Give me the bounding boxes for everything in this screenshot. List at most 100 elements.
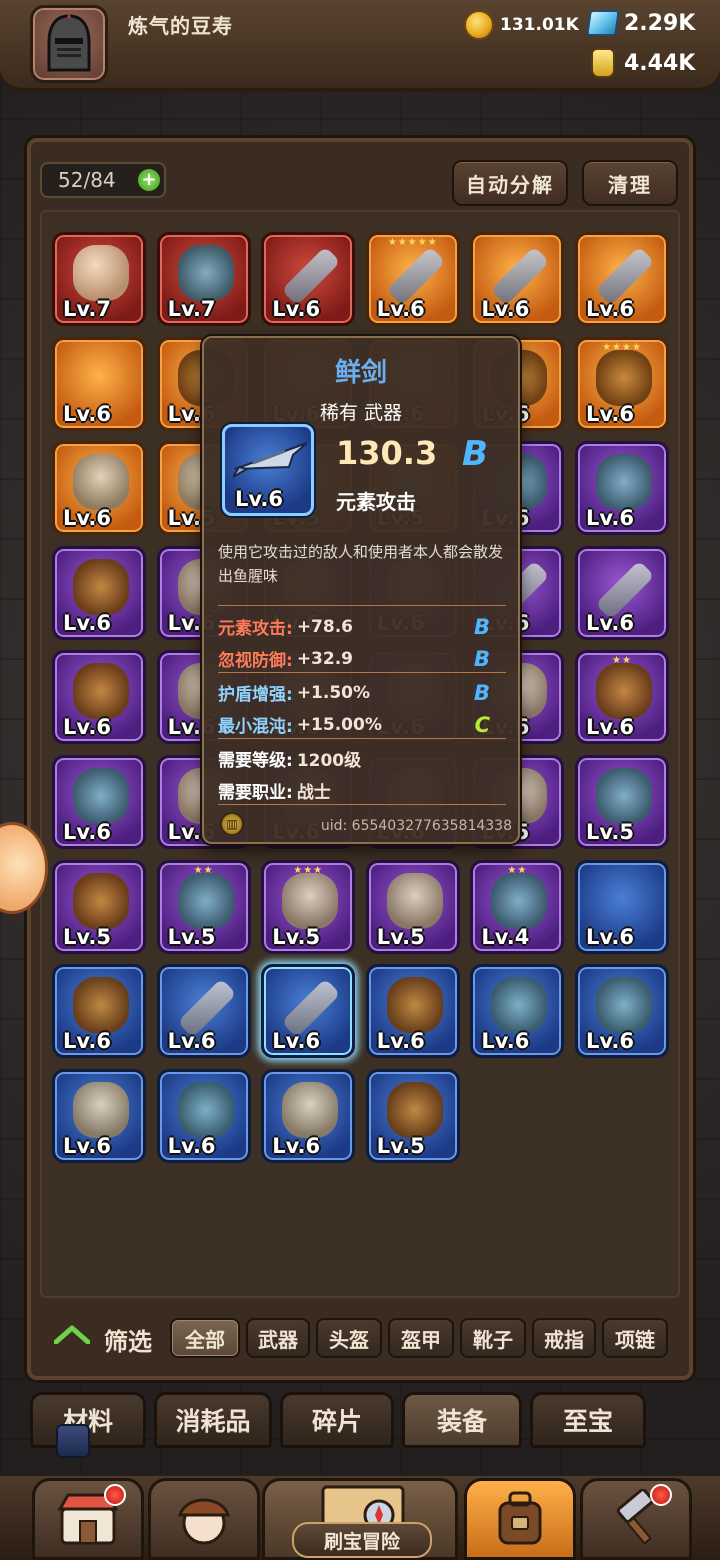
- armor-icon: [596, 663, 652, 720]
- inventory-slot[interactable]: Lv.6: [575, 859, 669, 954]
- slot-level: Lv.6: [586, 924, 634, 949]
- requirement-row: 需要等级: 1200级: [218, 746, 506, 771]
- filter-boots[interactable]: 靴子: [460, 1318, 526, 1358]
- item-grade: B: [462, 434, 488, 474]
- inventory-slot[interactable]: Lv.6: [52, 1068, 146, 1163]
- slot-level: Lv.6: [167, 1029, 216, 1054]
- filter-weapon[interactable]: 武器: [246, 1318, 310, 1358]
- mug-icon: [73, 245, 129, 301]
- divider: [218, 738, 506, 739]
- inventory-slot[interactable]: ★★★★ Lv.6: [575, 336, 669, 431]
- slot-level: Lv.6: [63, 1133, 111, 1158]
- inventory-slot[interactable]: Lv.6: [52, 545, 146, 640]
- fish-sword-icon: [233, 442, 308, 479]
- tab-fragments[interactable]: 碎片: [280, 1392, 394, 1448]
- inventory-slot[interactable]: Lv.6: [470, 232, 565, 326]
- clear-button[interactable]: 清理: [582, 160, 678, 206]
- stat-value: +32.9: [296, 648, 354, 669]
- inventory-slot[interactable]: ★★★★★ Lv.6: [365, 232, 460, 326]
- forge-button[interactable]: [580, 1478, 692, 1560]
- bracelet-icon: [282, 1081, 339, 1138]
- helmet-icon: [177, 1081, 234, 1138]
- capacity-text: 52/84: [58, 168, 116, 192]
- filter-necklace[interactable]: 项链: [602, 1318, 668, 1358]
- stat-value: +15.00%: [296, 714, 382, 735]
- inventory-slot[interactable]: Lv.6: [575, 441, 669, 536]
- trash-icon[interactable]: ▥: [220, 812, 244, 836]
- tab-treasures[interactable]: 至宝: [530, 1392, 646, 1448]
- bag-button[interactable]: [464, 1478, 576, 1560]
- item-value: 130.3: [336, 434, 438, 472]
- inventory-slot[interactable]: Lv.6: [52, 336, 146, 431]
- helmet-icon: [177, 245, 234, 301]
- inventory-slot[interactable]: Lv.6: [52, 755, 146, 849]
- inventory-slot[interactable]: ★★ Lv.6: [575, 650, 669, 745]
- tab-equipment[interactable]: 装备: [402, 1392, 522, 1448]
- inventory-slot[interactable]: Lv.6: [261, 964, 356, 1059]
- backpack-icon: [498, 1491, 542, 1545]
- slot-level: Lv.6: [272, 1133, 321, 1158]
- helmet-icon: [73, 768, 129, 824]
- slot-level: Lv.7: [167, 297, 216, 321]
- chevron-up-icon[interactable]: [54, 1324, 90, 1344]
- filter-armor[interactable]: 盔甲: [388, 1318, 454, 1358]
- hero-button[interactable]: [148, 1478, 260, 1560]
- inventory-slot[interactable]: Lv.5: [575, 755, 669, 849]
- inventory-slot[interactable]: Lv.6: [575, 545, 669, 640]
- stat-row: 护盾增强: +1.50% B: [218, 680, 506, 706]
- slot-level: Lv.4: [481, 924, 530, 949]
- stat-grade: B: [473, 646, 490, 671]
- player-avatar[interactable]: [30, 5, 108, 83]
- filter-helmet[interactable]: 头盔: [316, 1318, 382, 1358]
- slot-level: Lv.6: [376, 297, 425, 321]
- inventory-slot[interactable]: ★★ Lv.5: [156, 859, 251, 954]
- inventory-slot[interactable]: ★★ Lv.4: [470, 859, 565, 954]
- inventory-slot[interactable]: Lv.6: [156, 1068, 251, 1163]
- stat-grade: B: [473, 614, 490, 639]
- star-rating: ★★: [612, 655, 632, 667]
- slot-level: Lv.5: [63, 924, 111, 949]
- inventory-slot[interactable]: Lv.5: [365, 859, 460, 954]
- star-rating: ★★★★: [602, 341, 642, 353]
- gem-icon: [586, 6, 620, 40]
- filter-label: 筛选: [104, 1328, 152, 1356]
- slot-level: Lv.5: [167, 924, 216, 949]
- bracelet-icon: [73, 454, 129, 511]
- star-rating: ★★★★★: [387, 237, 438, 248]
- inventory-slot[interactable]: Lv.7: [52, 232, 146, 326]
- inventory-slot[interactable]: Lv.6: [575, 964, 669, 1059]
- pizza-icon: [73, 977, 129, 1034]
- slot-level: Lv.6: [272, 297, 321, 321]
- slot-level: Lv.6: [63, 506, 111, 531]
- inventory-slot[interactable]: Lv.6: [575, 232, 669, 326]
- inventory-slot[interactable]: Lv.6: [365, 964, 460, 1059]
- expand-capacity-button[interactable]: +: [138, 169, 160, 191]
- inventory-slot[interactable]: Lv.6: [261, 232, 356, 326]
- spiral-icon: [596, 768, 652, 824]
- shop-button[interactable]: [32, 1478, 144, 1560]
- filter-ring[interactable]: 戒指: [532, 1318, 596, 1358]
- potion-jar-icon: [586, 46, 620, 80]
- inventory-slot[interactable]: Lv.6: [52, 650, 146, 745]
- tab-consumables[interactable]: 消耗品: [154, 1392, 272, 1448]
- helmet-icon: [177, 872, 234, 929]
- inventory-slot[interactable]: Lv.6: [470, 964, 565, 1059]
- inventory-slot[interactable]: Lv.7: [156, 232, 251, 326]
- req-class-key: 需要职业:: [218, 783, 293, 803]
- star-rating: ★★: [507, 864, 528, 876]
- filter-all[interactable]: 全部: [170, 1318, 240, 1358]
- slot-level: Lv.6: [586, 715, 634, 740]
- item-preview: Lv.6: [222, 424, 314, 516]
- inventory-slot[interactable]: ★★★ Lv.5: [261, 859, 356, 954]
- necklace-icon: [282, 872, 339, 929]
- inventory-slot[interactable]: Lv.6: [261, 1068, 356, 1163]
- inventory-slot[interactable]: Lv.5: [365, 1068, 460, 1163]
- inventory-slot[interactable]: Lv.6: [156, 964, 251, 1059]
- auto-decompose-button[interactable]: 自动分解: [452, 160, 568, 206]
- inventory-slot[interactable]: Lv.6: [52, 964, 146, 1059]
- inventory-slot[interactable]: Lv.5: [52, 859, 146, 954]
- slot-level: Lv.6: [63, 610, 111, 635]
- inventory-slot[interactable]: Lv.6: [52, 441, 146, 536]
- stat-row: 最小混沌: +15.00% C: [218, 712, 506, 738]
- stat-row: 元素攻击: +78.6 B: [218, 614, 506, 640]
